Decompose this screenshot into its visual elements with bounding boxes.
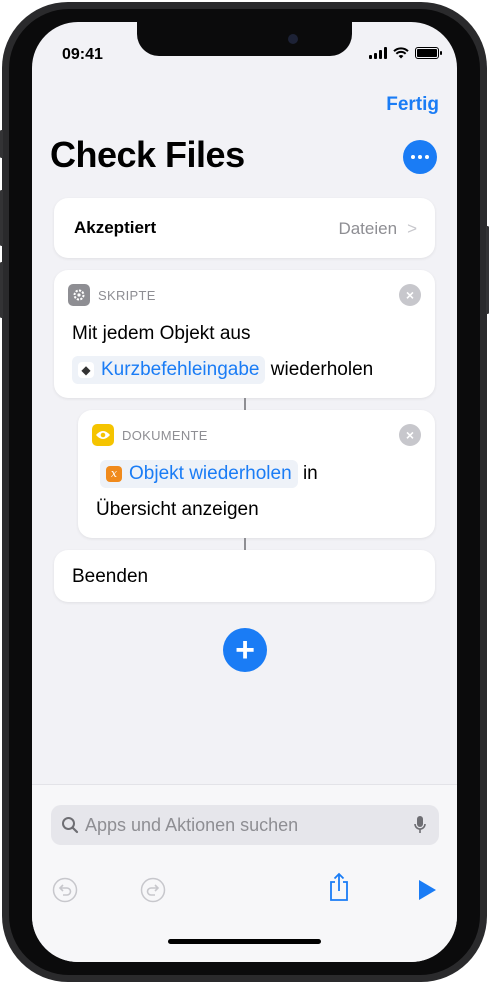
end-repeat-action[interactable]: Beenden [54,550,435,602]
side-button-volume-down [0,262,3,318]
token-label: Objekt wiederholen [129,462,292,484]
accept-types-row[interactable]: Akzeptiert Dateien > [54,198,435,258]
notch [137,22,352,56]
action-text: Mit jedem Objekt aus ◆ Kurzbefehleingabe… [72,316,373,388]
quick-look-action[interactable]: DOKUMENTE × x Objekt wiederholen in Über… [78,410,435,538]
done-button[interactable]: Fertig [386,94,439,116]
close-icon[interactable]: × [399,424,421,446]
action-text-line1: Mit jedem Objekt aus [72,323,251,344]
action-text-suffix: wiederholen [270,359,374,380]
action-header: DOKUMENTE [92,424,208,446]
play-icon[interactable] [417,879,437,901]
accept-label: Akzeptiert [74,218,157,237]
action-text-suffix: in [302,463,318,484]
variable-icon: x [106,465,122,482]
side-button-volume-up [0,190,3,246]
eye-icon [92,424,114,446]
action-search-sheet: Apps und Aktionen suchen [32,784,457,962]
shortcut-input-token[interactable]: ◆ Kurzbefehleingabe [72,355,266,384]
search-input[interactable]: Apps und Aktionen suchen [51,805,439,845]
end-repeat-label: Beenden [72,566,149,587]
repeat-item-token[interactable]: x Objekt wiederholen [100,459,298,488]
side-button-silent [0,130,3,158]
redo-icon[interactable] [140,877,166,903]
add-action-button[interactable]: + [223,628,267,672]
status-time: 09:41 [62,46,103,63]
connector-line [244,538,246,550]
action-category: SKRIPTE [98,287,156,303]
cellular-signal-icon [369,47,387,59]
search-icon [62,817,79,834]
home-indicator [168,939,321,944]
page-title: Check Files [50,134,245,175]
accept-value: Dateien > [338,219,417,239]
gear-icon [68,284,90,306]
action-category: DOKUMENTE [122,427,208,443]
connector-line [244,398,246,410]
undo-icon[interactable] [52,877,78,903]
more-icon[interactable] [403,140,437,174]
wifi-icon [393,47,409,59]
share-icon[interactable] [328,872,350,902]
shortcut-input-icon: ◆ [78,361,94,378]
chevron-right-icon: > [407,219,417,238]
action-header: SKRIPTE [68,284,156,306]
search-placeholder: Apps und Aktionen suchen [85,815,299,835]
token-label: Kurzbefehleingabe [101,358,260,380]
action-text-line2: Übersicht anzeigen [96,499,259,520]
screen: 09:41 Fertig Check Files Akzeptiert Date… [32,22,457,962]
close-icon[interactable]: × [399,284,421,306]
accept-value-text: Dateien [338,219,398,238]
action-text: x Objekt wiederholen in Übersicht anzeig… [96,456,318,528]
battery-icon [415,47,442,59]
microphone-icon[interactable] [413,815,427,835]
front-camera [288,34,298,44]
repeat-each-action[interactable]: SKRIPTE × Mit jedem Objekt aus ◆ Kurzbef… [54,270,435,398]
status-icons [369,47,442,59]
